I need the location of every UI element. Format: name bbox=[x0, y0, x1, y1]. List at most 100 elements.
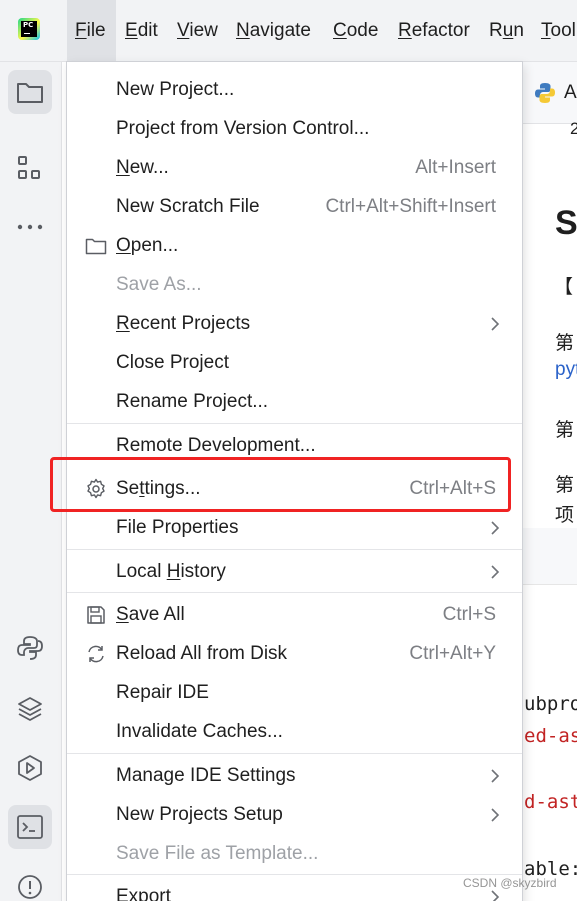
doc-bracket-text: 【 bbox=[554, 277, 574, 298]
menu-item-label: Local History bbox=[116, 560, 226, 584]
markdown-preview: 2 S 【 第 pyt 第 第 项 bbox=[522, 119, 577, 584]
menu-item-label: Reload All from Disk bbox=[116, 643, 288, 664]
menu-item-save-as: Save As... bbox=[67, 266, 522, 305]
doc-link[interactable]: pyt bbox=[555, 359, 577, 381]
menu-item-shortcut: Ctrl+Alt+Y bbox=[409, 643, 496, 664]
chevron-right-icon bbox=[491, 769, 500, 783]
editor-tab-bar: A bbox=[522, 62, 577, 124]
chevron-right-icon bbox=[491, 521, 500, 535]
menu-item-label: Export bbox=[116, 886, 171, 901]
menu-refactor[interactable]: Refactor bbox=[398, 19, 470, 43]
menu-run-rest: n bbox=[513, 20, 524, 41]
mnemonic-char: R bbox=[116, 313, 130, 334]
menu-item-label: Project from Version Control... bbox=[116, 118, 370, 139]
pycharm-logo-icon[interactable]: PC bbox=[18, 18, 40, 40]
menu-item-repair-ide[interactable]: Repair IDE bbox=[67, 674, 522, 713]
menu-item-label: New Projects Setup bbox=[116, 804, 283, 825]
code-line-2: ed-as bbox=[524, 725, 577, 747]
menu-item-label: Save All bbox=[116, 603, 185, 627]
chevron-right-icon bbox=[491, 565, 500, 579]
menu-item-label: Open... bbox=[116, 234, 178, 258]
menu-run-mnemonic: u bbox=[502, 20, 514, 41]
menu-item-save-all[interactable]: Save All Ctrl+S bbox=[67, 596, 522, 635]
menu-tools[interactable]: Tool bbox=[541, 19, 576, 43]
more-icon bbox=[17, 224, 43, 230]
python-icon bbox=[17, 636, 43, 660]
label-rest: pen... bbox=[130, 235, 179, 256]
menu-item-open[interactable]: Open... bbox=[67, 227, 522, 266]
menu-item-save-file-as-template: Save File as Template... bbox=[67, 835, 522, 874]
menu-edit-rest: dit bbox=[137, 20, 158, 41]
menu-item-new-scratch-file[interactable]: New Scratch File Ctrl+Alt+Shift+Insert bbox=[67, 188, 522, 227]
menu-separator bbox=[67, 874, 522, 875]
folder-icon bbox=[85, 235, 107, 257]
mnemonic-char: H bbox=[166, 561, 181, 582]
menu-item-manage-ide-settings[interactable]: Manage IDE Settings bbox=[67, 757, 522, 796]
label-rest: istory bbox=[180, 561, 226, 582]
menu-view[interactable]: View bbox=[177, 19, 218, 43]
menu-item-new[interactable]: New... Alt+Insert bbox=[67, 149, 522, 188]
menu-refactor-rest: efactor bbox=[411, 20, 470, 41]
logo-text: PC bbox=[23, 21, 34, 29]
label-rest: ew... bbox=[129, 157, 169, 178]
menu-item-file-properties[interactable]: File Properties bbox=[67, 509, 522, 548]
menu-item-export[interactable]: Export bbox=[67, 878, 522, 901]
menu-item-local-history[interactable]: Local History bbox=[67, 553, 522, 592]
terminal-tool-button[interactable] bbox=[8, 805, 52, 849]
chevron-right-icon bbox=[491, 317, 500, 331]
menu-edit[interactable]: Edit bbox=[125, 19, 158, 43]
menu-item-label: Invalidate Caches... bbox=[116, 721, 283, 742]
line-number: 2 bbox=[570, 119, 577, 138]
menu-item-shortcut: Ctrl+S bbox=[442, 604, 496, 625]
menu-item-new-project[interactable]: New Project... bbox=[67, 71, 522, 110]
chevron-right-icon bbox=[491, 808, 500, 822]
menu-item-new-projects-setup[interactable]: New Projects Setup bbox=[67, 796, 522, 835]
menu-item-invalidate-caches[interactable]: Invalidate Caches... bbox=[67, 713, 522, 752]
menu-separator bbox=[67, 592, 522, 593]
menu-item-reload-all-from-disk[interactable]: Reload All from Disk Ctrl+Alt+Y bbox=[67, 635, 522, 674]
structure-tool-button[interactable] bbox=[8, 146, 52, 190]
save-icon bbox=[85, 604, 107, 626]
menu-tools-mnemonic: T bbox=[541, 20, 551, 41]
menu-navigate-mnemonic: N bbox=[236, 20, 250, 41]
settings-highlight-box bbox=[50, 457, 511, 512]
run-services-icon bbox=[18, 755, 42, 781]
menu-navigate[interactable]: Navigate bbox=[236, 19, 311, 43]
menu-run[interactable]: Run bbox=[489, 19, 524, 43]
mnemonic-char: O bbox=[116, 235, 131, 256]
project-tool-button[interactable] bbox=[8, 70, 52, 114]
terminal-icon bbox=[17, 815, 43, 839]
menu-item-close-project[interactable]: Close Project bbox=[67, 344, 522, 383]
menu-code-mnemonic: C bbox=[333, 20, 347, 41]
chevron-right-icon bbox=[491, 890, 500, 901]
problems-tool-button[interactable] bbox=[8, 865, 52, 901]
menu-item-label: New Scratch File bbox=[116, 196, 260, 217]
label-rest: ecent Projects bbox=[129, 313, 251, 334]
editor-divider-band bbox=[522, 528, 577, 584]
mnemonic-char: N bbox=[116, 157, 130, 178]
structure-icon bbox=[18, 156, 40, 179]
menu-navigate-rest: avigate bbox=[249, 20, 312, 41]
menu-file[interactable]: File bbox=[67, 0, 116, 62]
doc-paragraph-4: 项 bbox=[555, 505, 575, 526]
menu-code[interactable]: Code bbox=[333, 19, 378, 43]
more-tools-button[interactable] bbox=[8, 205, 52, 249]
doc-paragraph-1: 第 bbox=[555, 333, 575, 354]
menu-item-label: Save File as Template... bbox=[116, 843, 319, 864]
menu-item-label: New Project... bbox=[116, 79, 235, 100]
services-tool-button[interactable] bbox=[8, 746, 52, 790]
menu-item-rename-project[interactable]: Rename Project... bbox=[67, 383, 522, 422]
menu-item-recent-projects[interactable]: Recent Projects bbox=[67, 305, 522, 344]
code-line-3: d-ast bbox=[524, 791, 577, 813]
python-packages-button[interactable] bbox=[8, 626, 52, 670]
menu-item-shortcut: Ctrl+Alt+Shift+Insert bbox=[325, 196, 496, 217]
label-rest: ave All bbox=[128, 604, 185, 625]
menu-item-label: Rename Project... bbox=[116, 391, 269, 412]
menu-item-project-from-vcs[interactable]: Project from Version Control... bbox=[67, 110, 522, 149]
editor-tab-label[interactable]: A bbox=[564, 82, 577, 104]
menu-file-rest: ile bbox=[86, 20, 106, 41]
reload-icon bbox=[85, 643, 107, 665]
layers-tool-button[interactable] bbox=[8, 686, 52, 730]
doc-paragraph-2: 第 bbox=[555, 420, 575, 441]
problems-icon bbox=[18, 875, 42, 899]
